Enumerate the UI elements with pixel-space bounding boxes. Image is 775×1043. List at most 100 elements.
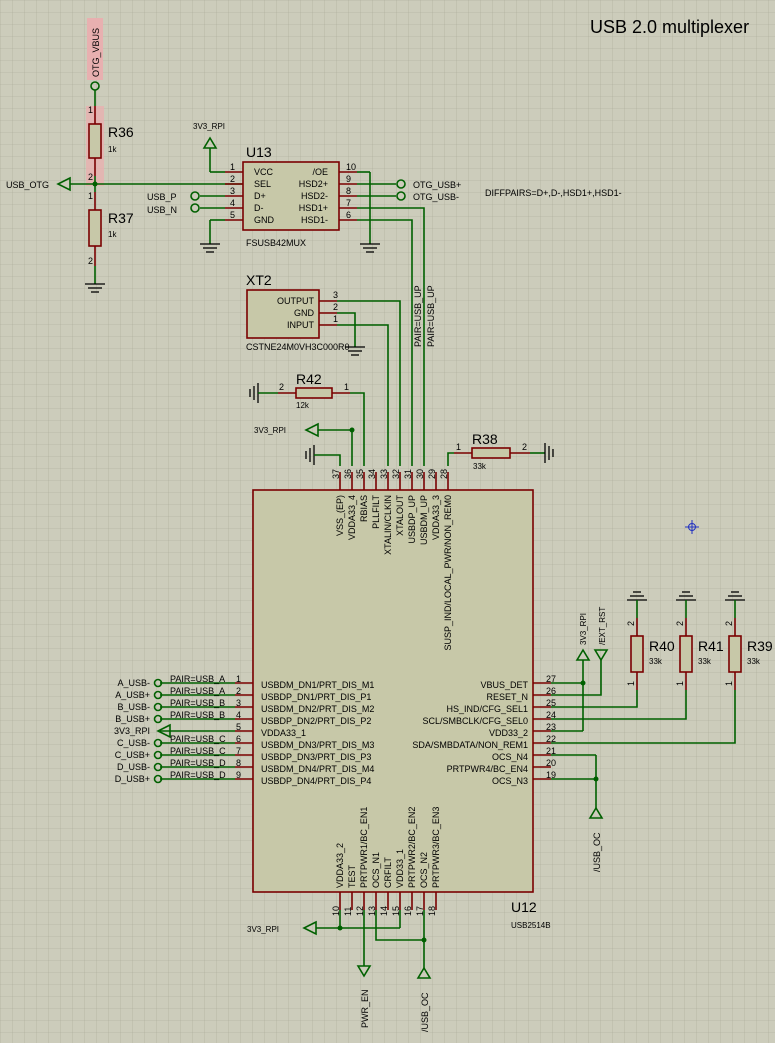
u12-pin-name: VDDA33_2 (335, 843, 345, 888)
downstream-net-label: C_USB+ (115, 750, 150, 760)
u12-pin-name: OCS_N3 (492, 776, 528, 786)
u12-ref: U12 (511, 899, 537, 915)
pullup-pin2: 2 (675, 621, 685, 626)
u13-pin-name: HSD1+ (299, 203, 328, 213)
u12-pin-name: VSS_(EP) (335, 495, 345, 536)
usb-otg-label: USB_OTG (6, 180, 49, 190)
otg-vbus-label: OTG_VBUS (91, 28, 101, 77)
u12-pin-name: USBDP_DN1/PRT_DIS_P1 (261, 692, 371, 702)
u13-pin-number: 2 (230, 174, 235, 184)
u12-pin-name: SCL/SMBCLK/CFG_SEL0 (422, 716, 528, 726)
pullup-value: 33k (649, 657, 663, 666)
downstream-net-label: C_USB- (117, 738, 150, 748)
pullup-ref: R40 (649, 638, 675, 654)
diff-pair-label: PAIR=USB_A (170, 686, 225, 696)
u12-pin-number: 5 (236, 722, 241, 732)
u12-pin-name: USBDM_DN4/PRT_DIS_M4 (261, 764, 374, 774)
sheet-title: USB 2.0 multiplexer (590, 17, 749, 37)
u13-pin-number: 8 (346, 186, 351, 196)
u12-pin-number: 3 (236, 698, 241, 708)
u12-pin-name: SUSP_IND/LOCAL_PWR/NON_REM0 (443, 495, 453, 651)
diff-pair-label: PAIR=USB_A (170, 674, 225, 684)
u12-pin-name: VDD33_1 (395, 849, 405, 888)
usb-up-pair-label-2: PAIR=USB_UP (426, 285, 436, 347)
u12-pin-number: 37 (331, 469, 341, 479)
downstream-net-label: D_USB+ (115, 774, 150, 784)
u12-pin-name: USBDM_DN2/PRT_DIS_M2 (261, 704, 374, 714)
pullup-pin1: 1 (675, 681, 685, 686)
xt2-ref: XT2 (246, 272, 272, 288)
u12-pin-number: 8 (236, 758, 241, 768)
u12-pin-number: 34 (367, 469, 377, 479)
rpi-3v3-label-bottom: 3V3_RPI (247, 925, 279, 934)
u12-pin-number: 32 (391, 469, 401, 479)
u12-pin-name: USBDP_DN4/PRT_DIS_P4 (261, 776, 371, 786)
diff-pair-label: PAIR=USB_D (170, 770, 226, 780)
u12-pin-name: HS_IND/CFG_SEL1 (446, 704, 528, 714)
u13-ref: U13 (246, 144, 272, 160)
u13-pin-number: 3 (230, 186, 235, 196)
u12-pin-name: SDA/SMBDATA/NON_REM1 (412, 740, 528, 750)
usb-n-label: USB_N (147, 205, 177, 215)
xt2-pin-number: 3 (333, 290, 338, 300)
usb-p-label: USB_P (147, 192, 177, 202)
u12-pin-name: USBDP_DN2/PRT_DIS_P2 (261, 716, 371, 726)
u12-pin-number: 29 (427, 469, 437, 479)
r36-pin2: 2 (88, 172, 93, 182)
r38-value: 33k (473, 462, 487, 471)
u12-pin-name: VDDA33_1 (261, 728, 306, 738)
u13-pin-name: D- (254, 203, 264, 213)
r37-pin1: 1 (88, 191, 93, 201)
u12-pin-name: VDDA33_4 (347, 495, 357, 540)
u13-pin-name: HSD2+ (299, 179, 328, 189)
downstream-net-label: B_USB+ (115, 714, 150, 724)
schematic-sheet: USB 2.0 multiplexer DIFFPAIRS=D+,D-,HSD1… (0, 0, 775, 1043)
u13-pin-name: GND (254, 215, 275, 225)
pullup-ref: R41 (698, 638, 724, 654)
u13-pin-number: 7 (346, 198, 351, 208)
vbus-det-net: 3V3_RPI (579, 613, 588, 645)
u12-pin-name: XTALIN/CLKIN (383, 495, 393, 555)
u12-part: USB2514B (511, 921, 551, 930)
u12-pin-name: PRTPWR3/BC_EN3 (431, 807, 441, 888)
xt2-pin-name: INPUT (287, 320, 315, 330)
xt2-pin-name: OUTPUT (277, 296, 315, 306)
otg-vbus-net: OTG_VBUS (87, 18, 103, 91)
r38-pin1: 1 (456, 442, 461, 452)
u12-pin-number: 14 (379, 906, 389, 916)
u12-pin-number: 16 (403, 906, 413, 916)
u12-pin-name: PRTPWR2/BC_EN2 (407, 807, 417, 888)
u13-pin-name: SEL (254, 179, 271, 189)
u12-pin-number: 33 (379, 469, 389, 479)
u13-pin-number: 5 (230, 210, 235, 220)
u12-pin-number: 1 (236, 674, 241, 684)
u13-pin-name: VCC (254, 167, 274, 177)
u12-pin-number: 31 (403, 469, 413, 479)
pullup-value: 33k (747, 657, 761, 666)
u12-pin-name: RBIAS (359, 495, 369, 522)
u12-pin-name: CRFILT (383, 857, 393, 888)
u13-pin-number: 4 (230, 198, 235, 208)
u12-pin-number: 6 (236, 734, 241, 744)
pwr-en-label: PWR_EN (360, 989, 370, 1028)
u12-pin-number: 4 (236, 710, 241, 720)
r37-value: 1k (108, 230, 117, 239)
downstream-net-label: A_USB- (117, 678, 150, 688)
u12-pin-name: USBDM_DN1/PRT_DIS_M1 (261, 680, 374, 690)
u13-pin-name: D+ (254, 191, 266, 201)
u12-pin-number: 7 (236, 746, 241, 756)
ext-rst-label: /EXT_RST (598, 607, 607, 645)
xt2-pin-number: 2 (333, 302, 338, 312)
u12-pin-name: USBDP_DN3/PRT_DIS_P3 (261, 752, 371, 762)
xt2-part: CSTNE24M0VH3C000R0 (246, 342, 350, 352)
u13-pin-name: /OE (312, 167, 328, 177)
u13-pin-number: 6 (346, 210, 351, 220)
diff-pair-label: PAIR=USB_D (170, 758, 226, 768)
u12-pin-number: 11 (343, 907, 353, 916)
u12-pin-name: USBDP_UP (407, 495, 417, 544)
usb-oc-bottom-label: /USB_OC (420, 992, 430, 1032)
otg-usb-p-label: OTG_USB+ (413, 180, 461, 190)
u12-pin-number: 18 (427, 906, 437, 916)
usb-up-pair-label-1: PAIR=USB_UP (413, 285, 423, 347)
pullup-ref: R39 (747, 638, 773, 654)
